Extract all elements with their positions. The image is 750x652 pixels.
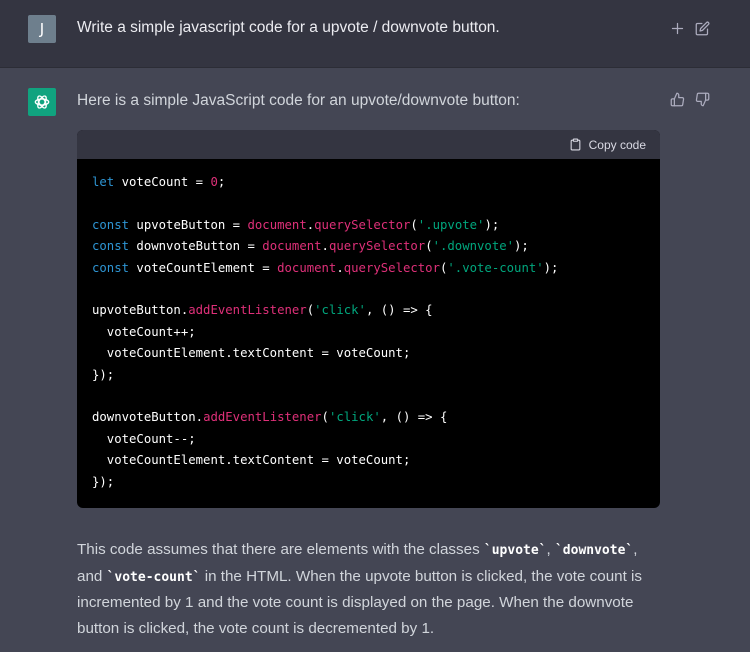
code-line: }); [92,367,115,382]
assistant-message-row: Here is a simple JavaScript code for an … [0,68,750,652]
copy-code-label: Copy code [588,137,646,152]
code-line: upvoteButton.addEventListener('click', (… [92,303,433,318]
code-line: voteCountElement.textContent = voteCount… [92,453,411,468]
clipboard-icon [570,138,580,151]
code-line: const downvoteButton = document.querySel… [92,239,529,254]
assistant-intro-text: Here is a simple JavaScript code for an … [77,92,520,109]
inline-code-vote-count: `vote-count` [106,569,201,585]
inline-code-upvote: `upvote` [483,543,547,558]
code-line: const voteCountElement = document.queryS… [92,260,559,275]
code-line: const upvoteButton = document.querySelec… [92,217,500,232]
user-message-text: Write a simple javascript code for a upv… [77,19,500,36]
edit-icon[interactable] [693,19,711,37]
user-avatar: J [28,15,56,43]
user-message-row: J Write a simple javascript code for a u… [0,0,750,68]
plus-icon[interactable] [668,19,686,37]
code-header: Copy code [77,130,660,159]
inline-code-downvote: `downvote` [554,543,634,558]
assistant-explanation: This code assumes that there are element… [77,541,642,637]
code-line: }); [92,474,115,489]
code-block: Copy code let voteCount = 0; const upvot… [77,130,660,508]
code-line: voteCount--; [92,431,196,446]
code-content: let voteCount = 0; const upvoteButton = … [77,159,660,493]
code-line: voteCount++; [92,324,196,339]
code-line: voteCountElement.textContent = voteCount… [92,346,411,361]
code-line: downvoteButton.addEventListener('click',… [92,410,448,425]
code-line: let voteCount = 0; [92,175,226,189]
thumbs-up-icon[interactable] [668,90,686,108]
openai-logo-icon [28,88,56,116]
copy-code-button[interactable]: Copy code [569,138,646,152]
thumbs-down-icon[interactable] [693,90,711,108]
